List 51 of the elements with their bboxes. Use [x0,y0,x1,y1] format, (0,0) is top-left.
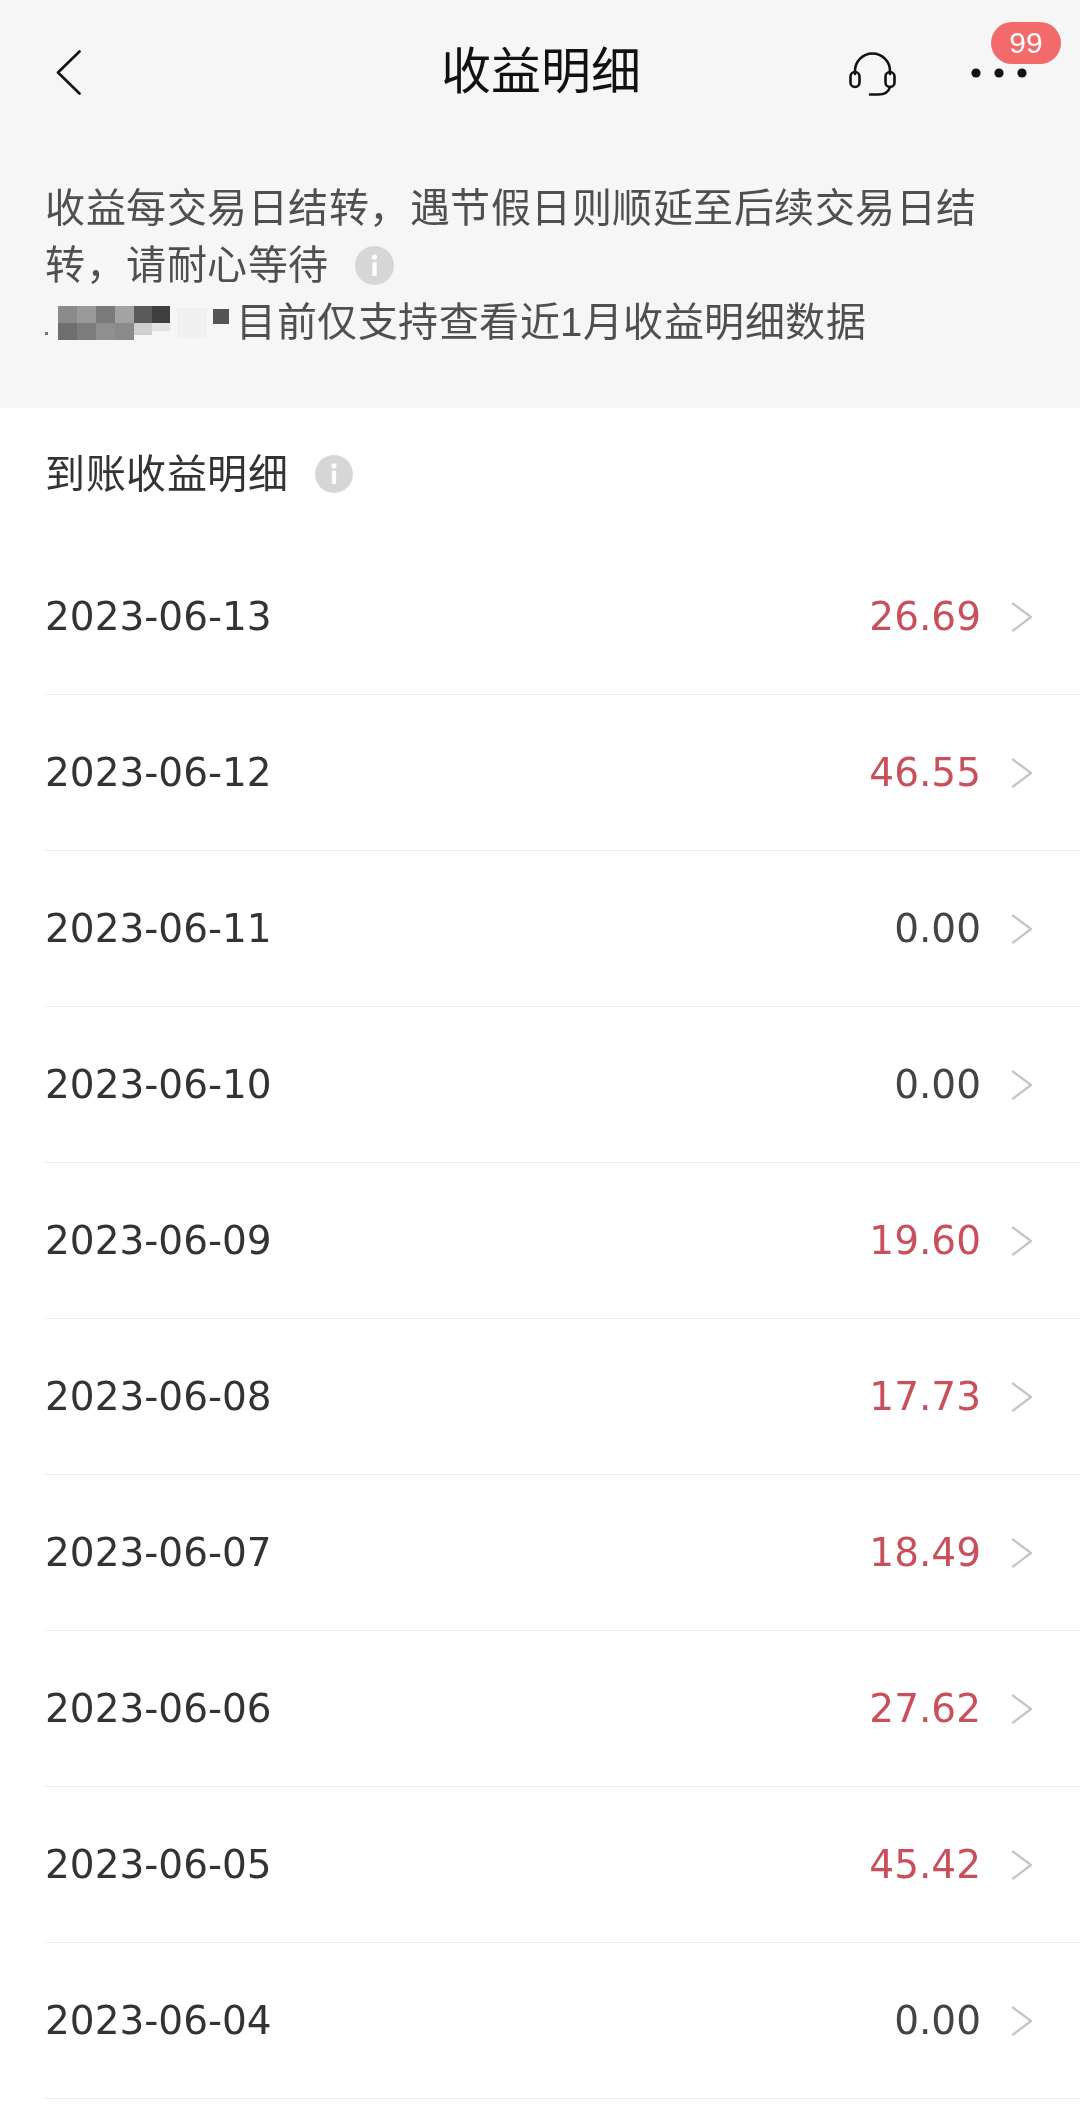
earnings-row[interactable]: 2023-06-08 17.73 [45,1319,1080,1475]
amount-text: 0.00 [894,1996,981,2045]
chevron-right-icon [1011,1537,1033,1568]
date-text: 2023-06-13 [45,592,272,641]
more-icon [971,68,1027,78]
earnings-row[interactable]: 2023-06-06 27.62 [45,1631,1080,1787]
amount-text: 46.55 [869,748,981,797]
date-text: 2023-06-10 [45,1060,272,1109]
chevron-right-icon [1011,1225,1033,1256]
chevron-right-icon [1011,1693,1033,1724]
date-text: 2023-06-08 [45,1372,272,1421]
info-icon [315,454,353,493]
page-title: 收益明细 [440,43,641,102]
earnings-row[interactable]: 2023-06-13 26.69 [45,539,1080,695]
amount-text: 17.73 [869,1372,981,1421]
notice-text: 目前仅支持查看近1月收益明细数据 [236,299,867,346]
more-button[interactable] [969,67,1029,79]
earnings-row[interactable]: 2023-06-11 0.00 [45,851,1080,1007]
date-text: 2023-06-07 [45,1528,272,1577]
info-icon [354,246,394,285]
amount-text: 27.62 [869,1684,981,1733]
earnings-row[interactable]: 2023-06-09 19.60 [45,1163,1080,1319]
chevron-right-icon [1011,913,1033,944]
earnings-row[interactable]: 2023-06-05 45.42 [45,1787,1080,1943]
date-text: 2023-06-04 [45,1996,272,2045]
chevron-right-icon [1011,1381,1033,1412]
amount-text: 26.69 [869,592,981,641]
chevron-right-icon [1011,601,1033,632]
date-text: 2023-06-06 [45,1684,272,1733]
date-text: 2023-06-09 [45,1216,272,1265]
back-icon [56,49,81,95]
date-text: 2023-06-05 [45,1840,272,1889]
amount-text: 19.60 [869,1216,981,1265]
amount-text: 0.00 [894,1060,981,1109]
earnings-row[interactable]: 2023-06-04 0.00 [45,1943,1080,2099]
amount-text: 0.00 [894,904,981,953]
date-text: 2023-06-11 [45,904,272,953]
amount-text: 18.49 [869,1528,981,1577]
notice-text: 转，请耐心等待 [45,242,329,289]
notice-text: 收益每交易日结转，遇节假日则顺延至后续交易日结 [45,185,977,232]
chevron-right-icon [1011,757,1033,788]
section-title: 到账收益明细 [45,450,288,498]
chevron-right-icon [1011,1849,1033,1880]
amount-text: 45.42 [869,1840,981,1889]
earnings-row[interactable]: 2023-06-10 0.00 [45,1007,1080,1163]
date-text: 2023-06-12 [45,748,272,797]
chevron-right-icon [1011,2005,1033,2036]
chevron-right-icon [1011,1069,1033,1100]
notification-badge: 99 [991,22,1061,64]
earnings-row[interactable]: 2023-06-07 18.49 [45,1475,1080,1631]
earnings-row[interactable]: 2023-06-12 46.55 [45,695,1080,851]
